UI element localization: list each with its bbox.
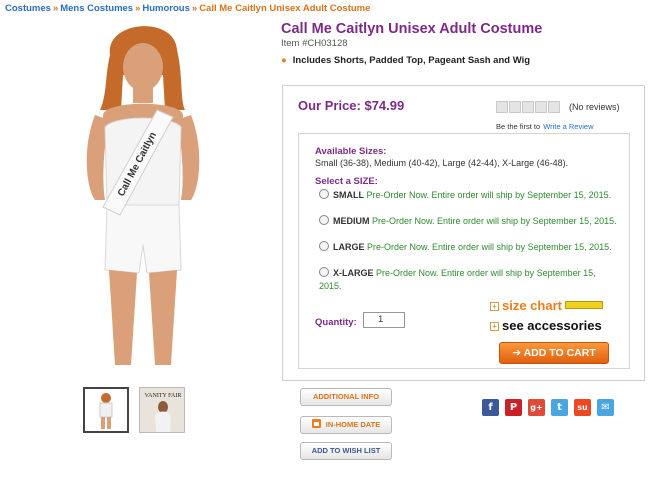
calendar-icon <box>311 419 321 428</box>
available-sizes-label: Available Sizes: <box>315 146 387 157</box>
pinterest-icon[interactable]: P <box>505 399 522 416</box>
social-share-bar: f P g+ t su ✉ <box>482 399 614 416</box>
add-to-cart-button[interactable]: ➔ ADD TO CART <box>499 342 609 364</box>
size-option-x-large[interactable]: X-LARGE Pre-Order Now. Entire order will… <box>319 267 619 293</box>
size-name: X-LARGE <box>333 268 374 278</box>
size-option-large[interactable]: LARGE Pre-Order Now. Entire order will s… <box>319 241 619 254</box>
product-image[interactable]: Call Me Caitlyn <box>65 15 215 375</box>
purchase-panel: Our Price: $74.99 (No reviews) Be the fi… <box>282 85 645 381</box>
twitter-icon[interactable]: t <box>551 399 568 416</box>
rating-stars <box>496 101 560 113</box>
size-note: Pre-Order Now. Entire order will ship by… <box>372 216 617 226</box>
thumbnail-costume[interactable] <box>83 387 129 433</box>
facebook-icon[interactable]: f <box>482 399 499 416</box>
breadcrumb-separator: » <box>191 3 198 14</box>
plus-icon: + <box>490 322 499 331</box>
breadcrumb-current: Call Me Caitlyn Unisex Adult Costume <box>199 3 371 14</box>
radio-button[interactable] <box>319 241 329 251</box>
product-title: Call Me Caitlyn Unisex Adult Costume <box>281 21 543 37</box>
star-icon <box>496 101 508 113</box>
in-home-date-label: IN-HOME DATE <box>325 420 381 429</box>
star-icon <box>522 101 534 113</box>
price: Our Price: $74.99 <box>298 98 405 113</box>
breadcrumb-costumes[interactable]: Costumes <box>5 3 51 14</box>
thumbnail-strip: VANITY FAIR <box>83 387 185 433</box>
size-name: LARGE <box>333 242 365 252</box>
add-to-wish-list-button[interactable]: ADD TO WISH LIST <box>300 442 392 460</box>
bullet-icon: ● <box>281 55 287 66</box>
thumbnail-magazine[interactable]: VANITY FAIR <box>139 387 185 433</box>
size-name: MEDIUM <box>333 216 370 226</box>
radio-button[interactable] <box>319 189 329 199</box>
write-review-link[interactable]: Write a Review <box>543 122 593 131</box>
item-number: Item #CH03128 <box>281 38 348 49</box>
see-accessories-link[interactable]: + see accessories <box>490 318 602 333</box>
available-sizes-list: Small (36-38), Medium (40-42), Large (42… <box>315 158 569 168</box>
size-name: SMALL <box>333 190 364 200</box>
size-option-small[interactable]: SMALL Pre-Order Now. Entire order will s… <box>319 189 619 202</box>
quantity-label: Quantity: <box>315 317 357 328</box>
size-note: Pre-Order Now. Entire order will ship by… <box>367 242 612 252</box>
radio-button[interactable] <box>319 267 329 277</box>
see-accessories-label: see accessories <box>502 318 602 333</box>
size-chart-link[interactable]: + size chart <box>490 298 603 313</box>
review-prompt: Be the first to Write a Review <box>496 122 593 131</box>
size-chart-label: size chart <box>502 298 562 313</box>
review-count: (No reviews) <box>569 102 620 112</box>
size-options-panel: Available Sizes: Small (36-38), Medium (… <box>298 133 630 369</box>
size-option-medium[interactable]: MEDIUM Pre-Order Now. Entire order will … <box>319 215 619 228</box>
feature-item: ● Includes Shorts, Padded Top, Pageant Sa… <box>281 55 530 66</box>
plus-icon: + <box>490 302 499 311</box>
breadcrumb: Costumes» Mens Costumes» Humorous» Call Me … <box>5 3 370 14</box>
star-icon <box>535 101 547 113</box>
in-home-date-button[interactable]: IN-HOME DATE <box>300 416 392 434</box>
breadcrumb-mens-costumes[interactable]: Mens Costumes <box>60 3 133 14</box>
star-icon <box>509 101 521 113</box>
email-icon[interactable]: ✉ <box>597 399 614 416</box>
review-prompt-text: Be the first to <box>496 122 541 131</box>
ruler-icon <box>564 301 603 309</box>
google-plus-icon[interactable]: g+ <box>528 399 545 416</box>
thumbnail-magazine-title: VANITY FAIR <box>145 393 182 399</box>
size-note: Pre-Order Now. Entire order will ship by… <box>366 190 612 200</box>
breadcrumb-humorous[interactable]: Humorous <box>142 3 190 14</box>
additional-info-button[interactable]: ADDITIONAL INFO <box>300 388 392 406</box>
select-size-label: Select a SIZE: <box>315 176 378 187</box>
star-icon <box>548 101 560 113</box>
radio-button[interactable] <box>319 215 329 225</box>
quantity-input[interactable]: 1 <box>363 312 405 328</box>
feature-text: Includes Shorts, Padded Top, Pageant Sas… <box>292 55 531 66</box>
breadcrumb-separator: » <box>52 3 59 14</box>
breadcrumb-separator: » <box>135 3 141 14</box>
stumbleupon-icon[interactable]: su <box>574 399 591 416</box>
